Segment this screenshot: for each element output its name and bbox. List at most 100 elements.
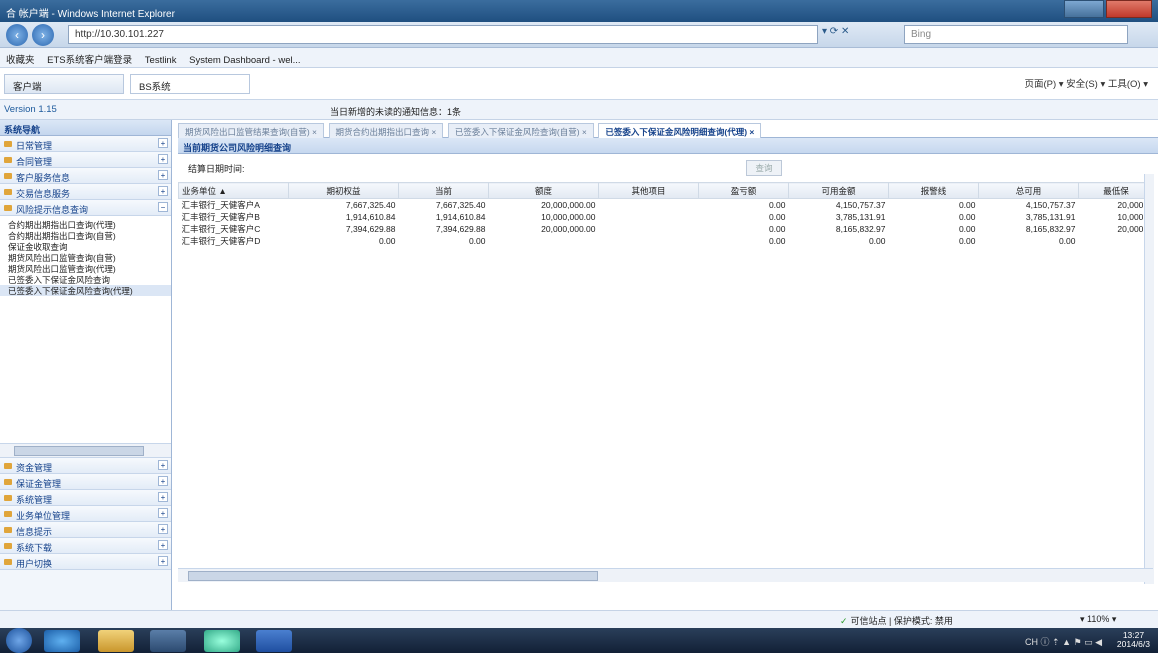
- expand-icon[interactable]: +: [158, 460, 168, 470]
- back-icon[interactable]: ‹: [6, 24, 28, 46]
- ie-tab[interactable]: 客户端: [4, 74, 124, 94]
- column-header[interactable]: 当前: [398, 182, 489, 199]
- start-button-icon[interactable]: [6, 628, 32, 653]
- expand-icon[interactable]: +: [158, 154, 168, 164]
- security-zone[interactable]: ✓ 可信站点 | 保护模式: 禁用: [840, 614, 953, 627]
- favorite-item[interactable]: ETS系统客户端登录: [47, 55, 132, 66]
- window-title: 合 帐户端 - Windows Internet Explorer: [6, 9, 175, 20]
- forward-icon[interactable]: ›: [32, 24, 54, 46]
- panel-tab-active[interactable]: 已签委入下保证金风险明细查询(代理) ×: [598, 123, 762, 138]
- table-row[interactable]: 汇丰银行_天健客户C 7,394,629.88 7,394,629.88 20,…: [179, 223, 1154, 235]
- table-cell: [489, 235, 599, 247]
- column-header[interactable]: 其他项目: [598, 182, 699, 199]
- system-tray-icons[interactable]: CH ⓘ ⇡ ▲ ⚑ ▭ ◀: [1025, 635, 1102, 648]
- scrollbar-thumb[interactable]: [14, 446, 144, 456]
- zoom-control[interactable]: ▾ 110% ▾: [1080, 614, 1116, 625]
- taskbar-clock[interactable]: 13:27 2014/6/3: [1117, 631, 1150, 649]
- table-cell: 3,785,131.91: [835, 212, 886, 222]
- close-window-button[interactable]: [1106, 0, 1152, 18]
- folder-icon: [4, 157, 12, 163]
- panel-tab[interactable]: 已签委入下保证金风险查询(自营) ×: [447, 123, 594, 138]
- column-header[interactable]: 可用金额: [788, 182, 889, 199]
- table-cell: 3,785,131.91: [1025, 212, 1076, 222]
- query-button[interactable]: 查询: [746, 160, 782, 176]
- sidebar-item[interactable]: 交易信息服务 +: [0, 184, 171, 200]
- sidebar-horizontal-scrollbar[interactable]: [0, 444, 171, 458]
- sidebar-item[interactable]: 系统下载 +: [0, 538, 171, 554]
- table-cell: 10,000.0: [1117, 212, 1151, 222]
- expand-icon[interactable]: +: [158, 186, 168, 196]
- table-cell: 0.00: [958, 224, 976, 234]
- table-cell: [599, 235, 699, 247]
- sidebar-item[interactable]: 合同管理 +: [0, 152, 171, 168]
- ie-tab-active[interactable]: BS系统: [130, 74, 250, 94]
- table-row[interactable]: 汇丰银行_天健客户B 1,914,610.84 1,914,610.84 10,…: [179, 211, 1154, 223]
- table-cell: 20,000,000.00: [541, 200, 596, 210]
- sidebar-item[interactable]: 日常管理 +: [0, 136, 171, 152]
- submenu-item[interactable]: 期货风险出口监管查询(自营): [0, 252, 171, 263]
- internet-explorer-icon[interactable]: [44, 630, 80, 652]
- ie-tools-menu[interactable]: 页面(P) ▾ 安全(S) ▾ 工具(O) ▾: [1024, 76, 1148, 90]
- table-row[interactable]: 汇丰银行_天健客户A 7,667,325.40 7,667,325.40 20,…: [179, 199, 1154, 212]
- table-cell: 汇丰银行_天健客户D: [181, 236, 261, 246]
- minimize-maximize-buttons[interactable]: [1064, 0, 1104, 18]
- window-title-bar: 合 帐户端 - Windows Internet Explorer: [0, 0, 1158, 22]
- expand-icon[interactable]: +: [158, 524, 168, 534]
- column-header[interactable]: 最低保: [1078, 182, 1154, 199]
- favorite-item[interactable]: 收藏夹: [6, 55, 35, 66]
- file-explorer-icon[interactable]: [98, 630, 134, 652]
- folder-icon: [4, 495, 12, 501]
- panel-tab[interactable]: 期货风险出口监管结果查询(自营) ×: [178, 123, 324, 138]
- submenu-item[interactable]: 合约期出期指出口查询(代理): [0, 219, 171, 230]
- submenu-item[interactable]: 合约期出期指出口查询(自营): [0, 230, 171, 241]
- expand-icon[interactable]: +: [158, 138, 168, 148]
- sidebar-item[interactable]: 信息提示 +: [0, 522, 171, 538]
- table-cell: 8,165,832.97: [1025, 224, 1076, 234]
- expand-icon[interactable]: +: [158, 540, 168, 550]
- refresh-stop-icons[interactable]: ▾ ⟳ ✕: [822, 26, 849, 37]
- favorite-item[interactable]: Testlink: [145, 55, 177, 66]
- expand-icon[interactable]: +: [158, 492, 168, 502]
- submenu-item[interactable]: 已签委入下保证金风险查询: [0, 274, 171, 285]
- sidebar-item[interactable]: 保证金管理 +: [0, 474, 171, 490]
- data-grid: 业务单位 ▲ 期初权益 当前 额度 其他项目 盈亏额 可用金额 报警线 总可用 …: [178, 182, 1154, 247]
- notice-link[interactable]: 当日新增的未读的通知信息：1条: [330, 105, 461, 118]
- expand-icon[interactable]: +: [158, 508, 168, 518]
- favorite-item[interactable]: System Dashboard - wel...: [189, 55, 300, 66]
- submenu-item[interactable]: 期货风险出口监管查询(代理): [0, 263, 171, 274]
- sidebar-item[interactable]: 客户服务信息 +: [0, 168, 171, 184]
- grid-horizontal-scrollbar[interactable]: [178, 568, 1153, 582]
- sidebar-item[interactable]: 用户切换 +: [0, 554, 171, 570]
- panel-tab[interactable]: 期货合约出期指出口查询 ×: [328, 123, 444, 138]
- table-row[interactable]: 汇丰银行_天健客户D 0.00 0.00 0.00 0.00 0.00 0.00: [179, 235, 1154, 247]
- sidebar-item[interactable]: 系统管理 +: [0, 490, 171, 506]
- collapse-icon[interactable]: −: [158, 202, 168, 212]
- url-field[interactable]: http://10.30.101.227: [68, 25, 818, 44]
- media-player-icon[interactable]: [150, 630, 186, 652]
- search-input[interactable]: Bing: [904, 25, 1128, 44]
- scrollbar-thumb[interactable]: [188, 571, 598, 581]
- column-header[interactable]: 期初权益: [288, 182, 399, 199]
- app-icon[interactable]: [204, 630, 240, 652]
- expand-icon[interactable]: +: [158, 476, 168, 486]
- grid-vertical-scrollbar[interactable]: [1144, 174, 1154, 584]
- sidebar-item[interactable]: 业务单位管理 +: [0, 506, 171, 522]
- expand-icon[interactable]: +: [158, 170, 168, 180]
- submenu-item-selected[interactable]: 已签委入下保证金风险查询(代理): [0, 285, 171, 296]
- column-header[interactable]: 额度: [488, 182, 599, 199]
- table-cell: 20,000.0: [1117, 224, 1151, 234]
- column-header[interactable]: 报警线: [888, 182, 979, 199]
- submenu-item[interactable]: 保证金收取查询: [0, 241, 171, 252]
- column-header[interactable]: 盈亏额: [698, 182, 789, 199]
- table-cell: 1,914,610.84: [435, 212, 486, 222]
- column-header[interactable]: 总可用: [978, 182, 1079, 199]
- folder-icon: [4, 543, 12, 549]
- filter-label: 结算日期时间:: [188, 164, 245, 174]
- column-header[interactable]: 业务单位 ▲: [178, 182, 289, 199]
- address-bar: ‹ › http://10.30.101.227 ▾ ⟳ ✕ Bing: [0, 22, 1158, 48]
- sidebar-item[interactable]: 资金管理 +: [0, 458, 171, 474]
- version-label: Version 1.15: [4, 104, 57, 115]
- sidebar-item-expanded[interactable]: 风险提示信息查询 −: [0, 200, 171, 216]
- word-icon[interactable]: [256, 630, 292, 652]
- expand-icon[interactable]: +: [158, 556, 168, 566]
